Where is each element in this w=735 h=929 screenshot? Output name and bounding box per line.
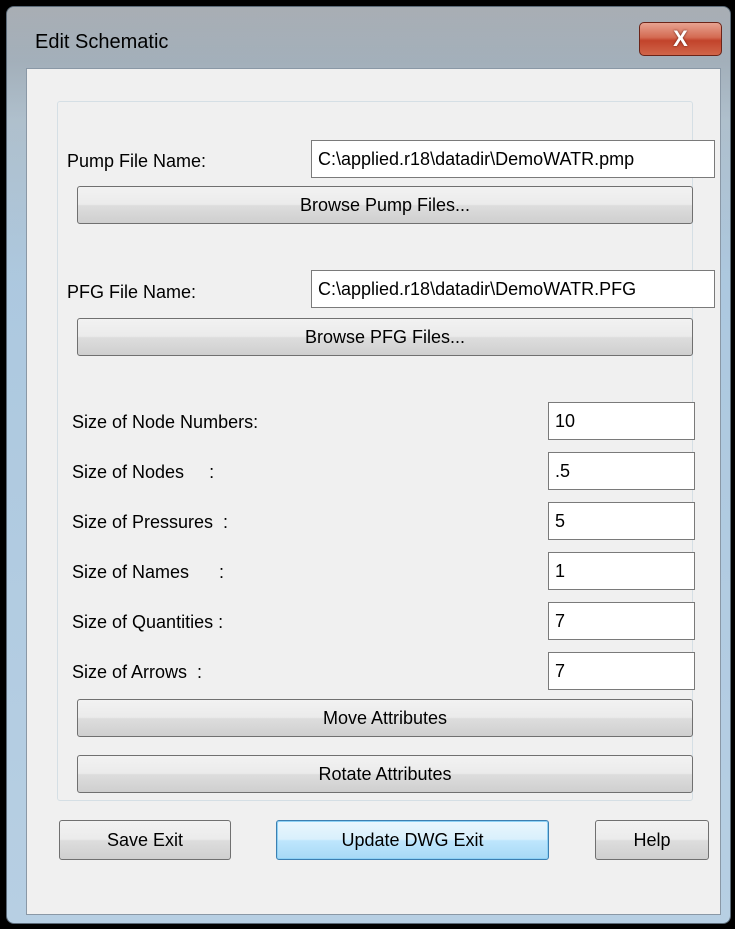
size-pressures-input[interactable] [548,502,695,540]
update-dwg-exit-button[interactable]: Update DWG Exit [276,820,549,860]
pfg-file-label: PFG File Name: [67,282,197,302]
pump-file-input[interactable] [311,140,715,178]
dialog-client-area: Pump File Name: Browse Pump Files... PFG… [26,68,721,915]
size-quantities-input[interactable] [548,602,695,640]
size-nodes-input[interactable] [548,452,695,490]
size-pressures-label: Size of Pressures : [72,512,229,532]
size-arrows-label: Size of Arrows : [72,662,203,682]
size-quantities-label: Size of Quantities : [72,612,224,632]
window-title: Edit Schematic [35,31,169,53]
pfg-file-input[interactable] [311,270,715,308]
save-exit-button[interactable]: Save Exit [59,820,231,860]
edit-schematic-window: Edit Schematic X Pump File Name: Browse … [6,6,731,924]
browse-pfg-files-button[interactable]: Browse PFG Files... [77,318,693,356]
close-button[interactable]: X [639,22,722,56]
size-nodes-label: Size of Nodes : [72,462,215,482]
close-icon: X [673,26,688,51]
size-names-label: Size of Names : [72,562,225,582]
browse-pump-files-button[interactable]: Browse Pump Files... [77,186,693,224]
size-node-numbers-label: Size of Node Numbers: [72,412,259,432]
size-arrows-input[interactable] [548,652,695,690]
size-names-input[interactable] [548,552,695,590]
help-button[interactable]: Help [595,820,709,860]
pump-file-label: Pump File Name: [67,151,207,171]
move-attributes-button[interactable]: Move Attributes [77,699,693,737]
size-node-numbers-input[interactable] [548,402,695,440]
rotate-attributes-button[interactable]: Rotate Attributes [77,755,693,793]
